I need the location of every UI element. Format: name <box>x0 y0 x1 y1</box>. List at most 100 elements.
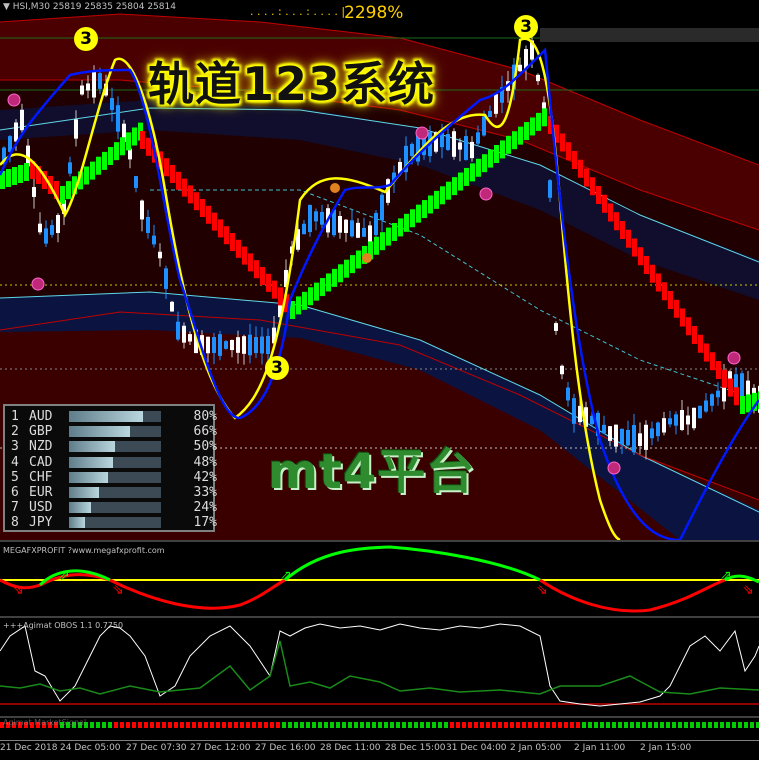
trend-block <box>344 259 349 278</box>
candle-body <box>338 216 342 233</box>
signal-cell <box>420 722 424 728</box>
signal-cell <box>348 722 352 728</box>
trend-block <box>686 317 691 336</box>
trend-block <box>24 163 29 181</box>
trend-block <box>722 369 727 388</box>
strength-fill <box>69 487 100 498</box>
trend-block <box>60 186 65 204</box>
candle-body <box>560 365 564 375</box>
signal-cell <box>738 722 742 728</box>
strength-currency: CAD <box>29 454 53 470</box>
signal-cell <box>384 722 388 728</box>
signal-cell <box>450 722 454 728</box>
trend-block <box>374 236 379 255</box>
signal-cell <box>168 722 172 728</box>
trend-block <box>470 163 475 182</box>
signal-cell <box>282 722 286 728</box>
signal-cell <box>318 722 322 728</box>
signal-cell <box>624 722 628 728</box>
trend-block <box>132 127 137 146</box>
trend-block <box>506 135 511 154</box>
candle-body <box>356 222 360 238</box>
trend-block <box>632 238 637 257</box>
signal-cell <box>270 722 274 728</box>
trend-block <box>644 256 649 274</box>
trend-block <box>102 151 107 170</box>
signal-cell <box>720 722 724 728</box>
trend-block <box>248 253 253 272</box>
time-axis: 21 Dec 2018 24 Dec 05:00 27 Dec 07:30 27 De… <box>0 740 759 760</box>
candle-body <box>98 73 102 89</box>
signal-cell <box>216 722 220 728</box>
signal-cell <box>138 722 142 728</box>
signal-cell <box>534 722 538 728</box>
strength-bar <box>69 411 161 422</box>
signal-cell <box>570 722 574 728</box>
signal-cell <box>642 722 646 728</box>
signal-cell <box>354 722 358 728</box>
strength-percent: 48% <box>193 454 217 470</box>
trend-block <box>620 221 625 239</box>
signal-cell <box>516 722 520 728</box>
signal-cell <box>678 722 682 728</box>
trend-block <box>614 212 619 231</box>
trend-block <box>380 232 385 251</box>
strength-percent: 80% <box>193 409 217 424</box>
candle-body <box>698 405 702 419</box>
indicator-signal-panel[interactable] <box>0 716 759 740</box>
indicator-obos-panel[interactable] <box>0 616 759 716</box>
candle-body <box>74 119 78 139</box>
trend-block <box>536 112 541 131</box>
signal-cell <box>408 722 412 728</box>
signal-cell <box>546 722 550 728</box>
strength-percent: 24% <box>193 500 217 516</box>
signal-cell <box>480 722 484 728</box>
trend-block <box>428 195 433 214</box>
signal-cell <box>288 722 292 728</box>
candle-body <box>464 136 468 160</box>
candle-body <box>218 334 222 356</box>
trend-block <box>218 219 223 238</box>
signal-cell <box>432 722 436 728</box>
candle-body <box>152 235 156 245</box>
signal-cell <box>654 722 658 728</box>
signal-cell <box>540 722 544 728</box>
time-axis-label: 27 Dec 07:30 <box>126 743 187 753</box>
trend-block <box>626 229 631 248</box>
trend-block <box>650 264 655 283</box>
strength-bar <box>69 487 161 498</box>
candle-body <box>110 98 114 110</box>
candle-body <box>314 211 318 222</box>
signal-cell <box>306 722 310 728</box>
candle-body <box>704 400 708 412</box>
strength-fill <box>69 411 143 422</box>
candle-body <box>20 109 24 131</box>
candle-body <box>536 74 540 82</box>
signal-cell <box>486 722 490 728</box>
candle-body <box>644 424 648 450</box>
trend-block <box>746 394 751 413</box>
signal-cell <box>372 722 376 728</box>
strength-fill <box>69 502 92 514</box>
signal-cell <box>492 722 496 728</box>
signal-cell <box>108 722 112 728</box>
trend-block <box>314 282 319 301</box>
indicator1-label: MEGAFXPROFIT ?www.megafxprofit.com <box>3 546 165 555</box>
candle-body <box>236 337 240 353</box>
candle-body <box>260 336 264 354</box>
trend-block <box>680 308 685 327</box>
strength-bar <box>69 456 161 468</box>
strength-currency: USD <box>29 500 53 516</box>
strength-rank: 5 <box>11 469 19 485</box>
trend-block <box>728 378 733 397</box>
candle-body <box>38 223 42 233</box>
time-axis-label: 28 Dec 15:00 <box>385 743 446 753</box>
trend-block <box>500 140 505 159</box>
trend-block <box>182 178 187 197</box>
strength-currency: AUD <box>29 409 53 424</box>
signal-cell <box>714 722 718 728</box>
candle-body <box>188 334 192 342</box>
signal-cell <box>246 722 250 728</box>
trend-block <box>302 291 307 310</box>
signal-cell <box>498 722 502 728</box>
